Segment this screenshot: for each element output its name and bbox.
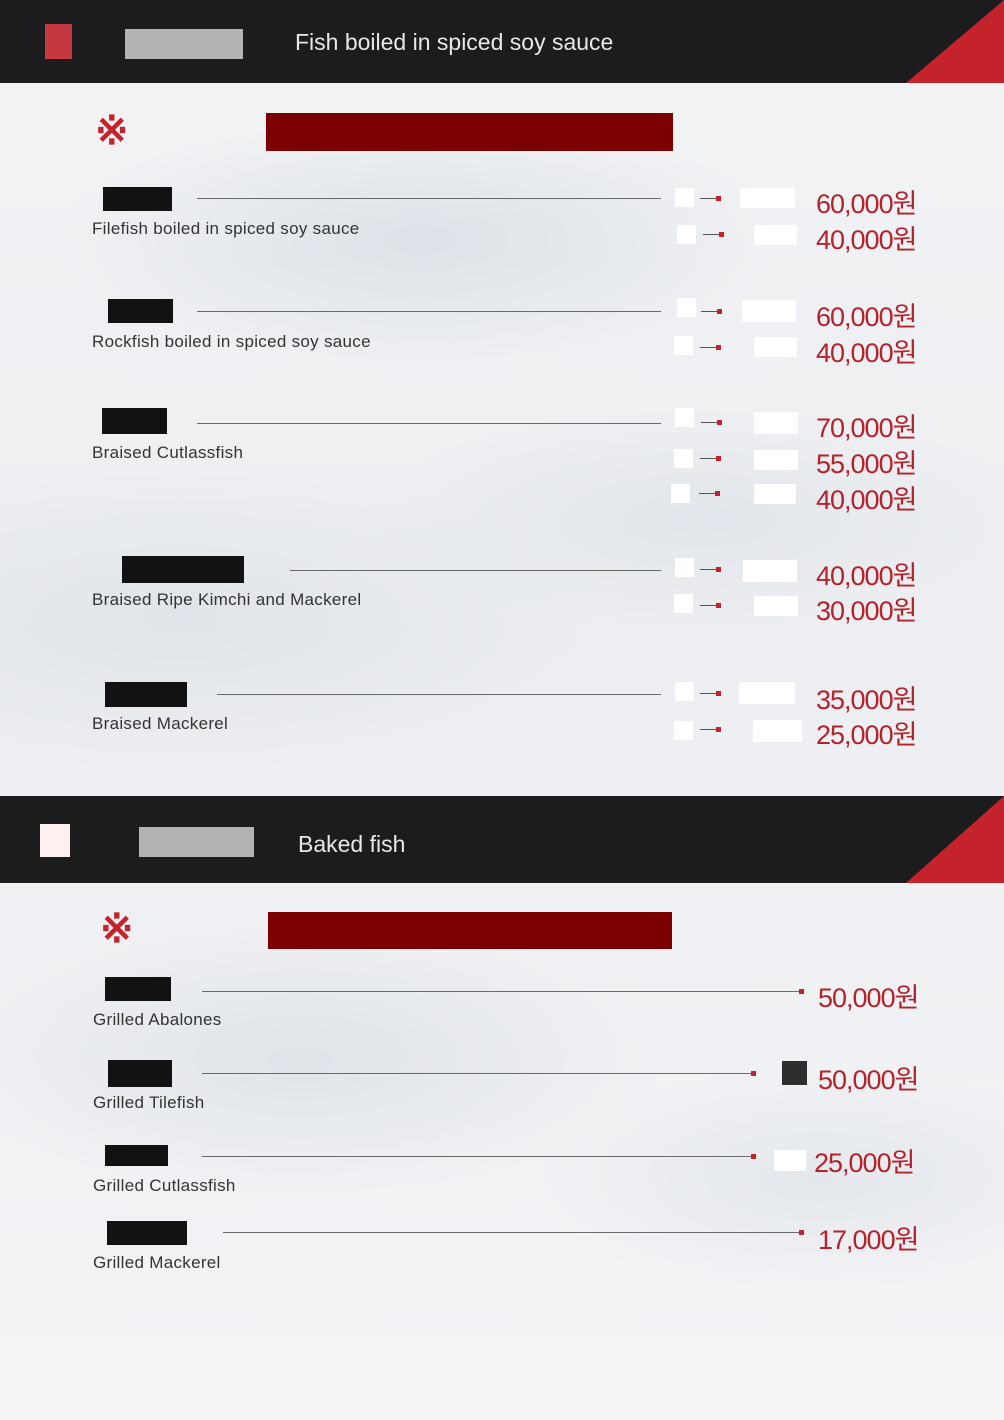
size-label-box <box>754 484 796 504</box>
arrow-dash <box>699 491 720 496</box>
redacted-title-box <box>125 29 243 59</box>
leader-line <box>202 1156 754 1157</box>
redacted-name-box <box>105 977 171 1001</box>
reference-mark-icon: ※ <box>95 109 129 153</box>
price: 30,000원 <box>816 596 917 626</box>
menu-item-name: Braised Cutlassfish <box>92 443 244 462</box>
size-label-box <box>753 720 802 742</box>
section-banner <box>268 912 672 949</box>
redacted-name-box <box>102 408 167 434</box>
arrow-dash <box>700 345 721 350</box>
redacted-name-box <box>107 1221 187 1245</box>
size-label-box <box>742 300 796 322</box>
size-box <box>677 298 696 317</box>
price: 70,000원 <box>816 413 917 443</box>
red-square-icon <box>45 24 72 59</box>
section-title: Fish boiled in spiced soy sauce <box>295 29 614 55</box>
size-label-box <box>774 1150 806 1171</box>
size-label-box <box>739 682 795 704</box>
leader-line <box>223 1232 802 1233</box>
menu-item-name: Grilled Tilefish <box>93 1093 205 1112</box>
leader-line <box>197 311 661 312</box>
size-label-box <box>754 225 797 245</box>
price: 50,000원 <box>818 983 919 1013</box>
arrow-dash <box>700 196 721 201</box>
size-label-box <box>754 596 798 616</box>
redacted-name-box <box>108 299 173 323</box>
leader-line <box>202 1073 754 1074</box>
price: 50,000원 <box>818 1065 919 1095</box>
price: 17,000원 <box>818 1225 919 1255</box>
section-title: Baked fish <box>298 831 406 857</box>
price: 60,000원 <box>816 189 917 219</box>
redacted-title-box <box>139 827 254 857</box>
menu-item-name: Grilled Mackerel <box>93 1253 221 1272</box>
arrow-dash <box>701 309 722 314</box>
size-label-box <box>754 412 798 434</box>
menu-item-name: Rockfish boiled in spiced soy sauce <box>92 332 371 351</box>
size-box <box>675 188 694 207</box>
line-end-dot <box>751 1154 756 1159</box>
arrow-dash <box>700 727 721 732</box>
size-box <box>675 408 694 427</box>
arrow-dash <box>703 232 724 237</box>
section-header-baked: Baked fish <box>0 796 1004 883</box>
size-box <box>675 682 694 701</box>
line-end-dot <box>751 1071 756 1076</box>
size-label-box <box>743 560 797 582</box>
redacted-name-box <box>122 556 244 583</box>
corner-triangle <box>906 0 1004 83</box>
menu-item-name: Braised Ripe Kimchi and Mackerel <box>92 590 362 609</box>
size-label-box <box>754 337 797 357</box>
section-header-boiled: Fish boiled in spiced soy sauce <box>0 0 1004 83</box>
menu-item-name: Grilled Cutlassfish <box>93 1176 236 1195</box>
menu-item-name: Filefish boiled in spiced soy sauce <box>92 219 360 238</box>
size-box <box>674 594 693 613</box>
size-box <box>674 336 693 355</box>
menu-item-name: Grilled Abalones <box>93 1010 222 1029</box>
leader-line <box>197 198 661 199</box>
arrow-dash <box>700 456 721 461</box>
arrow-dash <box>701 420 722 425</box>
line-end-dot <box>799 1230 804 1235</box>
line-end-dot <box>799 989 804 994</box>
corner-triangle <box>906 796 1004 883</box>
leader-line <box>197 423 661 424</box>
section-banner <box>266 113 673 151</box>
arrow-dash <box>700 567 721 572</box>
size-box <box>677 225 696 244</box>
leader-line <box>217 694 661 695</box>
leader-line <box>202 991 802 992</box>
price: 60,000원 <box>816 302 917 332</box>
size-box <box>671 484 690 503</box>
size-box <box>674 449 693 468</box>
reference-mark-icon: ※ <box>100 907 134 951</box>
price: 40,000원 <box>816 561 917 591</box>
price: 55,000원 <box>816 449 917 479</box>
price: 40,000원 <box>816 338 917 368</box>
redacted-name-box <box>103 187 172 211</box>
price: 25,000원 <box>814 1148 915 1178</box>
arrow-dash <box>700 691 721 696</box>
menu-item-name: Braised Mackerel <box>92 714 229 733</box>
light-square-icon <box>40 824 70 857</box>
redacted-name-box <box>105 682 187 707</box>
redacted-name-box <box>105 1145 168 1166</box>
size-box <box>675 558 694 577</box>
price: 40,000원 <box>816 485 917 515</box>
leader-line <box>290 570 661 571</box>
size-label-box <box>754 450 798 470</box>
price: 35,000원 <box>816 685 917 715</box>
arrow-dash <box>700 603 721 608</box>
size-label-box <box>740 188 795 208</box>
price: 25,000원 <box>816 720 917 750</box>
dark-square-box <box>782 1061 807 1085</box>
price: 40,000원 <box>816 225 917 255</box>
size-box <box>674 721 693 740</box>
redacted-name-box <box>108 1060 172 1087</box>
